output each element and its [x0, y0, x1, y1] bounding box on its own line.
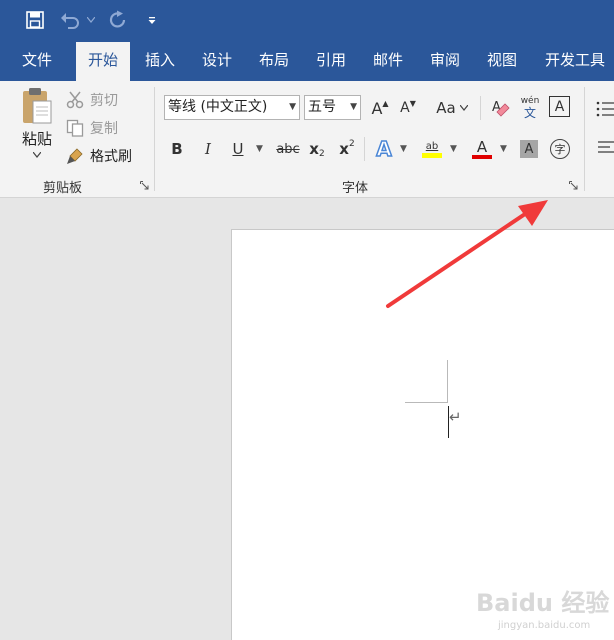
format-painter-label: 格式刷: [90, 149, 132, 165]
customize-qat-button[interactable]: [144, 0, 160, 40]
separator: [364, 137, 365, 161]
font-dialog-launcher-icon[interactable]: [569, 181, 578, 190]
italic-button[interactable]: I: [198, 137, 218, 161]
watermark-logo: Baidu 经验: [476, 589, 610, 617]
paste-button[interactable]: 粘贴: [14, 87, 60, 169]
font-color-swatch: [472, 155, 492, 159]
paste-label: 粘贴: [21, 130, 52, 148]
customize-qat-icon: [148, 17, 156, 24]
page-margin-corner: [405, 402, 448, 403]
undo-dropdown[interactable]: [84, 0, 98, 40]
clipboard-group-label: 剪贴板: [43, 181, 83, 196]
underline-button[interactable]: U: [228, 137, 248, 161]
font-size-value: 五号: [308, 99, 336, 115]
character-border-button[interactable]: A: [549, 96, 570, 117]
document-page[interactable]: [231, 229, 614, 640]
text-effects-dropdown[interactable]: ▼: [400, 144, 407, 154]
eraser-icon: A: [492, 100, 510, 117]
tab-file[interactable]: 文件: [8, 40, 66, 81]
bullets-icon[interactable]: [596, 101, 614, 117]
clear-formatting-button[interactable]: A: [488, 95, 514, 121]
tab-references[interactable]: 引用: [307, 40, 355, 81]
character-shading-button[interactable]: A: [520, 140, 538, 158]
dialog-launcher-icon[interactable]: [140, 181, 149, 190]
save-button[interactable]: [22, 0, 48, 40]
format-painter-button[interactable]: 格式刷: [66, 145, 132, 167]
undo-button[interactable]: [58, 0, 82, 40]
enclose-characters-button[interactable]: 字: [550, 139, 570, 159]
tab-insert[interactable]: 插入: [136, 40, 184, 81]
page-margin-corner: [447, 360, 448, 403]
character-border-icon: A: [554, 98, 565, 115]
caret-down-icon: ▼: [409, 98, 416, 108]
change-case-button[interactable]: Aa: [432, 95, 472, 121]
superscript-digit: 2: [348, 139, 355, 149]
tab-home[interactable]: 开始: [76, 42, 130, 81]
subscript-digit: 2: [318, 149, 325, 159]
font-size-combo[interactable]: 五号 ▼: [304, 95, 361, 120]
caret-up-icon: ▲: [382, 98, 389, 108]
cut-button[interactable]: 剪切: [66, 89, 118, 111]
group-separator: [584, 87, 585, 191]
paste-icon: [23, 88, 52, 124]
tab-layout[interactable]: 布局: [250, 40, 298, 81]
redo-button[interactable]: [106, 0, 130, 40]
font-color-button[interactable]: A: [470, 137, 494, 161]
superscript-icon: x: [339, 140, 349, 158]
ribbon: 粘贴 剪切 复制 格式刷 剪贴板 等线 (中文正文) ▼ 五号 ▼ A ▲ A …: [0, 81, 614, 198]
grow-font-icon: A: [371, 98, 383, 118]
highlight-color-swatch: [422, 152, 442, 158]
chevron-down-icon: ▼: [289, 102, 296, 112]
separator: [480, 96, 481, 120]
grow-font-button[interactable]: A ▲: [368, 95, 392, 121]
font-group-label: 字体: [342, 181, 369, 196]
text-effects-button[interactable]: A: [372, 136, 396, 162]
cut-label: 剪切: [90, 93, 118, 109]
font-name-combo[interactable]: 等线 (中文正文) ▼: [164, 95, 300, 120]
copy-icon: [66, 119, 84, 137]
group-separator: [154, 87, 155, 191]
chevron-down-icon: [87, 17, 95, 23]
copy-label: 复制: [90, 121, 118, 137]
copy-button[interactable]: 复制: [66, 117, 118, 139]
save-icon: [26, 11, 44, 29]
shrink-font-icon: A: [400, 100, 410, 116]
highlight-button[interactable]: ab: [420, 137, 444, 161]
highlight-icon: ab: [425, 140, 439, 152]
strikethrough-button[interactable]: abc: [274, 137, 302, 161]
tab-design[interactable]: 设计: [193, 40, 241, 81]
phonetic-guide-top: wén: [520, 96, 540, 106]
align-left-icon[interactable]: [598, 141, 614, 153]
title-bar: [0, 0, 614, 40]
change-case-icon: Aa: [436, 99, 456, 117]
phonetic-guide-button[interactable]: wén 文: [518, 93, 542, 123]
format-painter-icon: [67, 148, 83, 164]
phonetic-guide-bottom: 文: [523, 106, 536, 120]
underline-dropdown[interactable]: ▼: [256, 144, 263, 154]
scissors-icon: [66, 91, 84, 109]
subscript-button[interactable]: x2: [306, 137, 328, 161]
chevron-down-icon: [33, 152, 41, 158]
paragraph-mark: ↵: [449, 408, 462, 426]
undo-icon: [61, 13, 79, 29]
chevron-down-icon: ▼: [350, 102, 357, 112]
shrink-font-button[interactable]: A ▼: [396, 95, 420, 121]
font-color-dropdown[interactable]: ▼: [500, 144, 507, 154]
tab-review[interactable]: 审阅: [421, 40, 469, 81]
font-color-icon: A: [476, 138, 488, 156]
subscript-icon: x: [309, 140, 319, 158]
tab-mailings[interactable]: 邮件: [364, 40, 412, 81]
watermark-url: jingyan.baidu.com: [498, 620, 591, 631]
superscript-button[interactable]: x2: [336, 137, 358, 161]
redo-icon: [109, 10, 126, 28]
tab-view[interactable]: 视图: [478, 40, 526, 81]
font-name-value: 等线 (中文正文): [168, 99, 268, 115]
bold-button[interactable]: B: [166, 137, 188, 161]
ribbon-tabs: 文件 开始 插入 设计 布局 引用 邮件 审阅 视图 开发工具: [0, 40, 614, 81]
highlight-dropdown[interactable]: ▼: [450, 144, 457, 154]
tab-developer[interactable]: 开发工具: [540, 40, 610, 81]
chevron-down-icon: [459, 105, 468, 111]
